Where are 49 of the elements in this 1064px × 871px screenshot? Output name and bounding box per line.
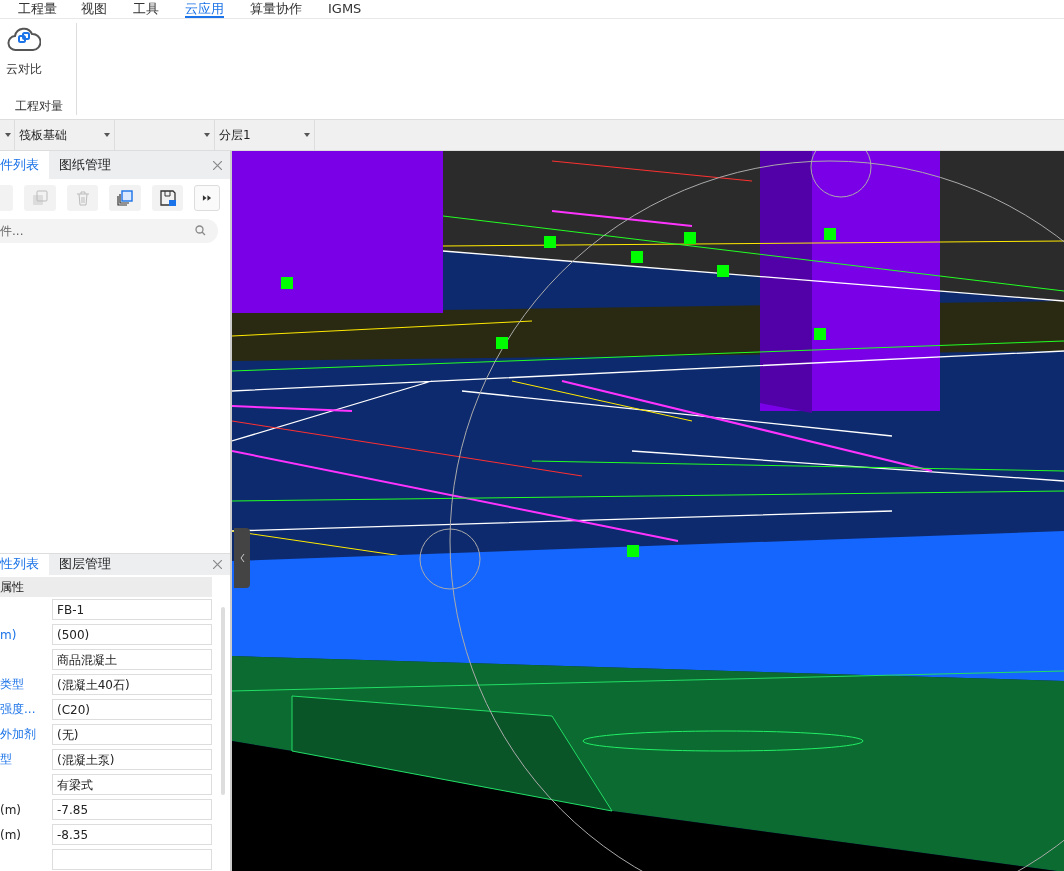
caret-icon <box>5 133 11 137</box>
property-value-field[interactable]: 有梁式 <box>52 774 212 795</box>
more-button[interactable] <box>194 185 220 211</box>
property-value-field[interactable]: (混凝土泵) <box>52 749 212 770</box>
close-icon[interactable] <box>213 160 222 170</box>
scrollbar[interactable] <box>221 607 225 795</box>
property-label: m) <box>0 627 18 642</box>
close-icon[interactable] <box>213 560 222 569</box>
group-label: 工程对量 <box>14 98 63 115</box>
property-value-field[interactable] <box>52 849 212 870</box>
property-label: 强度... <box>0 701 37 718</box>
property-label: 类型 <box>0 676 25 693</box>
property-label: 型 <box>0 751 13 768</box>
property-value-field[interactable]: 商品混凝土 <box>52 649 212 670</box>
caret-icon <box>204 133 210 137</box>
save-icon <box>158 189 177 207</box>
save-button[interactable] <box>151 185 184 211</box>
menu-tab[interactable]: 工程量 <box>18 0 57 18</box>
collapse-handle[interactable] <box>234 528 250 588</box>
caret-icon <box>304 133 310 137</box>
property-label: (m) <box>0 802 23 817</box>
caret-icon <box>104 133 110 137</box>
panel-tab[interactable]: 性列表 <box>0 554 49 575</box>
3d-model-viewport-drawing[interactable] <box>232 151 1064 871</box>
cloud-link-icon <box>7 25 41 53</box>
property-label: (m) <box>0 827 23 842</box>
property-value-field[interactable]: -8.35 <box>52 824 212 845</box>
search-field[interactable]: 件... <box>0 219 218 243</box>
property-value-field[interactable]: (混凝土40石) <box>52 674 212 695</box>
chevron-left-icon <box>239 554 245 562</box>
menu-tab[interactable]: IGMS <box>328 0 362 18</box>
menu-tab[interactable]: 工具 <box>133 0 159 18</box>
property-value-field[interactable]: (500) <box>52 624 212 645</box>
panel-tab[interactable]: 件列表 <box>0 151 49 179</box>
property-value-field[interactable]: (C20) <box>52 699 212 720</box>
property-label: 外加剂 <box>0 726 37 743</box>
stacked-squares-icon <box>116 189 135 207</box>
double-arrow-icon <box>202 194 213 202</box>
layer-copy-button[interactable] <box>109 185 141 211</box>
search-icon <box>195 225 206 236</box>
property-value-field[interactable]: -7.85 <box>52 799 212 820</box>
menu-tab[interactable]: 云应用 <box>185 0 224 18</box>
property-value-field[interactable]: (无) <box>52 724 212 745</box>
menu-tab[interactable]: 算量协作 <box>250 0 302 18</box>
cloud-compare-button[interactable]: 云对比 <box>0 23 48 80</box>
copy-icon <box>31 189 50 207</box>
property-group-header: 属性 <box>0 577 212 597</box>
property-value-field[interactable]: FB-1 <box>52 599 212 620</box>
menu-tab[interactable]: 视图 <box>81 0 107 18</box>
